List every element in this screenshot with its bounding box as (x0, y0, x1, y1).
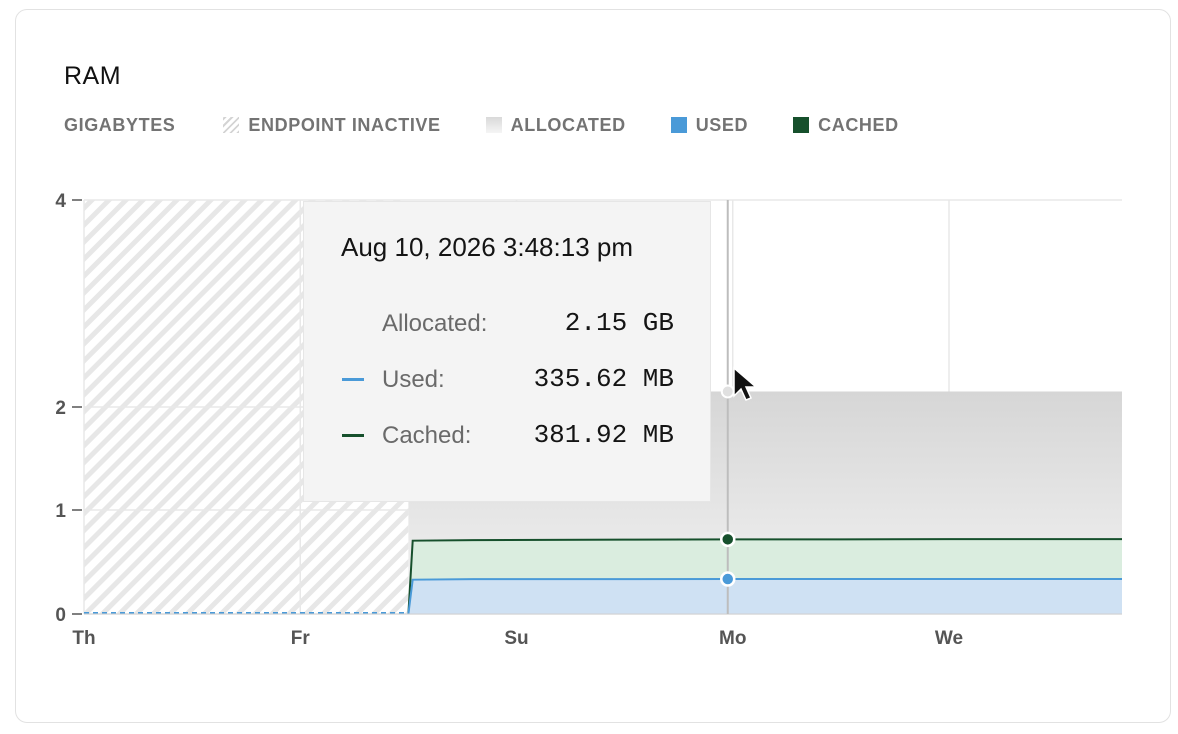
hover-tooltip: Aug 10, 2026 3:48:13 pm Allocated: 2.15 … (303, 201, 711, 502)
x-tick-label: Mo (719, 628, 746, 649)
x-tick-label: Su (504, 628, 528, 649)
y-tick-label: 0 (55, 605, 66, 626)
y-tick-label: 2 (55, 398, 66, 419)
x-tick-label: Fr (291, 628, 311, 649)
tooltip-label: Used: (382, 366, 445, 393)
allocated-hover-point (720, 384, 735, 399)
tooltip-label: Allocated: (382, 310, 488, 337)
tooltip-row-cached: Cached: 381.92 MB (342, 420, 674, 452)
used-area (408, 579, 1122, 614)
tooltip-value: 335.62 MB (533, 364, 674, 394)
tooltip-value: 381.92 MB (533, 420, 674, 450)
x-tick-label: We (935, 628, 963, 649)
used-hover-point (720, 571, 736, 587)
tooltip-row-allocated: Allocated: 2.15 GB (342, 308, 674, 340)
cached-line-icon (342, 434, 364, 437)
x-tick-label: Th (72, 628, 95, 649)
y-tick-label: 4 (55, 191, 66, 212)
y-tick-label: 1 (55, 501, 66, 522)
cached-hover-point (720, 531, 736, 548)
used-line-icon (342, 378, 364, 381)
tooltip-row-used: Used: 335.62 MB (342, 364, 674, 396)
tooltip-value: 2.15 GB (564, 308, 674, 338)
tooltip-timestamp: Aug 10, 2026 3:48:13 pm (341, 232, 634, 262)
tooltip-label: Cached: (382, 422, 472, 449)
